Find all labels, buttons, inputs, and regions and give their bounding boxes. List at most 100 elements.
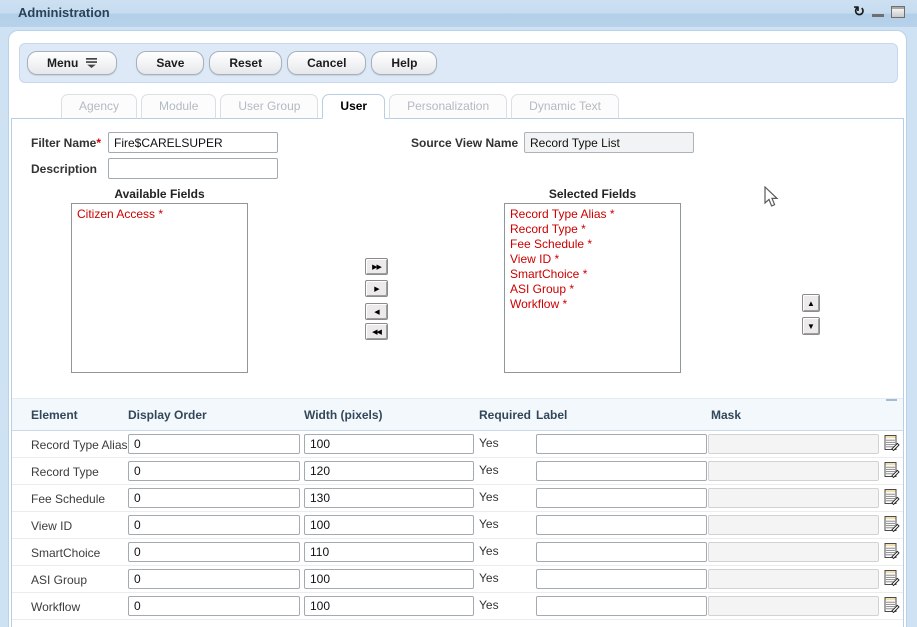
mask-input: [708, 542, 879, 562]
table-row: Fee Schedule Yes: [12, 485, 903, 512]
description-input[interactable]: [108, 158, 278, 179]
window-title: Administration: [18, 5, 110, 20]
tab-agency[interactable]: Agency: [61, 94, 137, 119]
move-down-button[interactable]: ▼: [802, 317, 820, 335]
element-name: Workflow: [31, 600, 80, 614]
mask-edit-icon[interactable]: [884, 489, 901, 506]
tab-dynamic-text[interactable]: Dynamic Text: [511, 94, 619, 119]
menu-dropdown-icon: [86, 58, 97, 68]
list-item[interactable]: Record Type *: [510, 222, 675, 237]
move-up-button[interactable]: ▲: [802, 294, 820, 312]
tab-user[interactable]: User: [322, 94, 385, 119]
mask-edit-icon[interactable]: [884, 543, 901, 560]
mask-input: [708, 515, 879, 535]
cancel-button[interactable]: Cancel: [287, 51, 366, 75]
mask-edit-icon[interactable]: [884, 435, 901, 452]
minimize-icon[interactable]: [872, 14, 884, 17]
required-value: Yes: [479, 517, 499, 531]
col-header-element: Element: [31, 408, 78, 422]
refresh-icon[interactable]: ↻: [853, 3, 865, 19]
element-name: ASI Group: [31, 573, 87, 587]
width-input[interactable]: [304, 596, 474, 616]
list-item[interactable]: SmartChoice *: [510, 267, 675, 282]
list-item[interactable]: Citizen Access *: [77, 207, 242, 222]
move-right-button[interactable]: ▶: [365, 280, 388, 297]
mask-edit-icon[interactable]: [884, 462, 901, 479]
help-button[interactable]: Help: [371, 51, 437, 75]
toolbar: Menu Save Reset Cancel Help: [19, 43, 898, 83]
width-input[interactable]: [304, 515, 474, 535]
col-header-display-order: Display Order: [128, 408, 207, 422]
width-input[interactable]: [304, 488, 474, 508]
label-input[interactable]: [536, 488, 707, 508]
mask-edit-icon[interactable]: [884, 516, 901, 533]
window-frame: Menu Save Reset Cancel Help Agency Modul…: [0, 27, 917, 627]
table-row: SmartChoice Yes: [12, 539, 903, 566]
available-fields-label: Available Fields: [71, 187, 248, 201]
move-all-left-button[interactable]: ◀◀: [365, 323, 388, 340]
col-header-mask: Mask: [711, 408, 741, 422]
filter-name-label: Filter Name*: [31, 136, 101, 150]
table-row: Record Type Alias Yes: [12, 431, 903, 458]
up-arrow-icon: ▲: [807, 299, 815, 308]
selected-fields-label: Selected Fields: [504, 187, 681, 201]
label-input[interactable]: [536, 569, 707, 589]
width-input[interactable]: [304, 542, 474, 562]
required-value: Yes: [479, 571, 499, 585]
maximize-icon[interactable]: [891, 6, 905, 18]
list-item[interactable]: Workflow *: [510, 297, 675, 312]
element-name: Record Type: [31, 465, 99, 479]
source-view-name-input[interactable]: [524, 132, 694, 153]
titlebar: Administration ↻: [0, 0, 917, 27]
double-right-arrow-icon: ▶▶: [372, 263, 381, 271]
list-item[interactable]: Record Type Alias *: [510, 207, 675, 222]
list-item[interactable]: ASI Group *: [510, 282, 675, 297]
width-input[interactable]: [304, 569, 474, 589]
required-asterisk: *: [96, 136, 101, 150]
header-resize-dash: [886, 399, 897, 401]
label-input[interactable]: [536, 542, 707, 562]
required-value: Yes: [479, 544, 499, 558]
list-item[interactable]: Fee Schedule *: [510, 237, 675, 252]
save-button[interactable]: Save: [136, 51, 204, 75]
display-order-input[interactable]: [128, 488, 300, 508]
label-input[interactable]: [536, 596, 707, 616]
label-input[interactable]: [536, 461, 707, 481]
down-arrow-icon: ▼: [807, 322, 815, 331]
mask-edit-icon[interactable]: [884, 570, 901, 587]
tab-personalization[interactable]: Personalization: [389, 94, 507, 119]
tab-module[interactable]: Module: [141, 94, 216, 119]
element-name: Fee Schedule: [31, 492, 105, 506]
element-table: Record Type Alias Yes: [12, 431, 903, 627]
label-input[interactable]: [536, 515, 707, 535]
display-order-input[interactable]: [128, 542, 300, 562]
tab-user-group[interactable]: User Group: [220, 94, 318, 119]
menu-button-label: Menu: [47, 56, 78, 70]
mask-input: [708, 569, 879, 589]
width-input[interactable]: [304, 434, 474, 454]
mask-input: [708, 488, 879, 508]
reset-button[interactable]: Reset: [209, 51, 282, 75]
display-order-input[interactable]: [128, 515, 300, 535]
list-item[interactable]: View ID *: [510, 252, 675, 267]
move-all-right-button[interactable]: ▶▶: [365, 258, 388, 275]
width-input[interactable]: [304, 461, 474, 481]
available-fields-listbox[interactable]: Citizen Access *: [71, 203, 248, 373]
label-input[interactable]: [536, 434, 707, 454]
filter-name-input[interactable]: [108, 132, 278, 153]
display-order-input[interactable]: [128, 569, 300, 589]
mask-input: [708, 596, 879, 616]
selected-fields-listbox[interactable]: Record Type Alias * Record Type * Fee Sc…: [504, 203, 681, 373]
menu-button[interactable]: Menu: [27, 51, 117, 75]
display-order-input[interactable]: [128, 434, 300, 454]
required-value: Yes: [479, 436, 499, 450]
mask-input: [708, 461, 879, 481]
right-arrow-icon: ▶: [374, 285, 378, 293]
display-order-input[interactable]: [128, 596, 300, 616]
display-order-input[interactable]: [128, 461, 300, 481]
mask-edit-icon[interactable]: [884, 597, 901, 614]
source-view-name-label: Source View Name: [411, 136, 518, 150]
move-left-button[interactable]: ◀: [365, 303, 388, 320]
col-header-width: Width (pixels): [304, 408, 383, 422]
required-value: Yes: [479, 463, 499, 477]
